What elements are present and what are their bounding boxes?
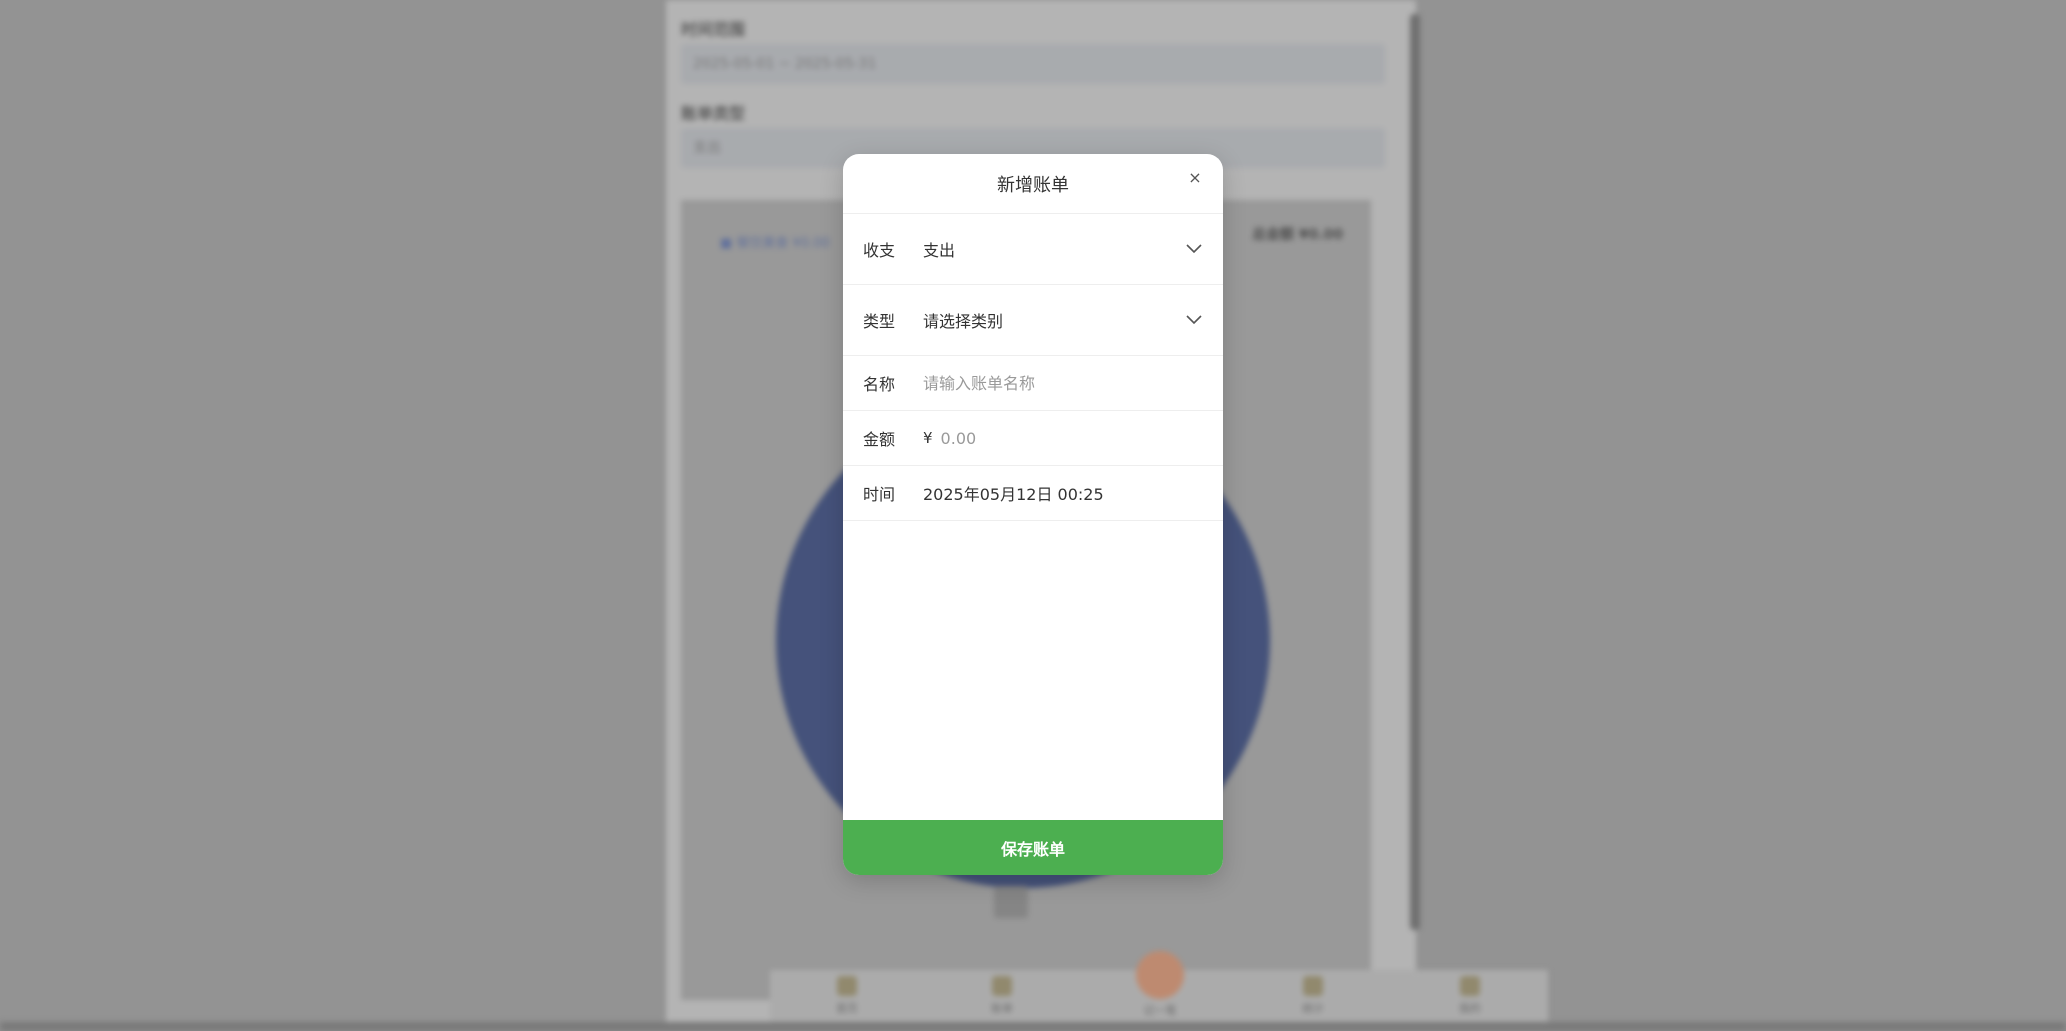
- category-value: 请选择类别: [923, 312, 1004, 331]
- amount-label: 金额: [863, 430, 896, 449]
- category-select[interactable]: 类型 请选择类别: [843, 285, 1223, 356]
- bill-name-row: 名称: [843, 356, 1223, 411]
- time-picker[interactable]: 时间 2025年05月12日 00:25: [843, 466, 1223, 521]
- bill-name-input[interactable]: [923, 373, 1203, 393]
- currency-symbol: ¥: [923, 429, 933, 447]
- income-expense-value: 支出: [923, 241, 956, 260]
- category-label: 类型: [863, 312, 896, 331]
- income-expense-label: 收支: [863, 241, 896, 260]
- dialog-header: 新增账单 ×: [843, 154, 1223, 214]
- dialog-title: 新增账单: [997, 175, 1069, 196]
- time-label: 时间: [863, 485, 896, 504]
- amount-input[interactable]: [940, 428, 1203, 448]
- add-bill-dialog: 新增账单 × 收支 支出 类型 请选择类别 名称 金额 ¥ 时间 2025年05…: [843, 154, 1223, 875]
- bill-name-label: 名称: [863, 375, 896, 394]
- close-icon[interactable]: ×: [1185, 168, 1205, 188]
- chevron-down-icon: [1185, 311, 1203, 329]
- save-bill-button[interactable]: 保存账单: [843, 820, 1223, 875]
- time-value: 2025年05月12日 00:25: [923, 485, 1104, 504]
- amount-row: 金额 ¥: [843, 411, 1223, 466]
- income-expense-select[interactable]: 收支 支出: [843, 214, 1223, 285]
- chevron-down-icon: [1185, 240, 1203, 258]
